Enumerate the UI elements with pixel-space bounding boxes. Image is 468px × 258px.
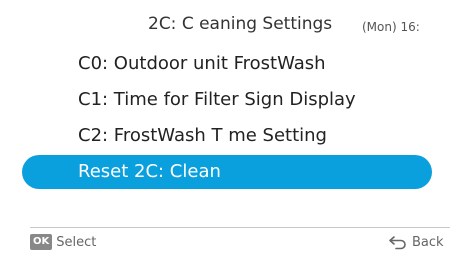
- menu-item-reset-2c-clean[interactable]: Reset 2C: Clean: [22, 155, 432, 189]
- footer: OK Select Back: [0, 232, 468, 254]
- back-label: Back: [412, 234, 444, 250]
- select-label: Select: [56, 234, 97, 250]
- back-button[interactable]: Back: [388, 234, 444, 250]
- select-hint[interactable]: OK Select: [30, 234, 96, 250]
- menu-item-c1-filter-sign-display[interactable]: C1: Time for Filter Sign Display: [22, 83, 432, 117]
- footer-divider: [30, 227, 450, 228]
- cleaning-settings-screen: 2C: C eaning Settings (Mon) 16: C0: Outd…: [0, 0, 468, 258]
- page-title: 2C: C eaning Settings: [148, 14, 333, 34]
- header: 2C: C eaning Settings (Mon) 16:: [0, 12, 468, 42]
- back-arrow-icon: [388, 234, 408, 250]
- clock-display: (Mon) 16:: [362, 20, 420, 34]
- menu-item-c2-frostwash-time-setting[interactable]: C2: FrostWash T me Setting: [22, 119, 432, 153]
- menu-item-c0-outdoor-unit-frostwash[interactable]: C0: Outdoor unit FrostWash: [22, 47, 432, 81]
- ok-badge-icon: OK: [30, 234, 53, 250]
